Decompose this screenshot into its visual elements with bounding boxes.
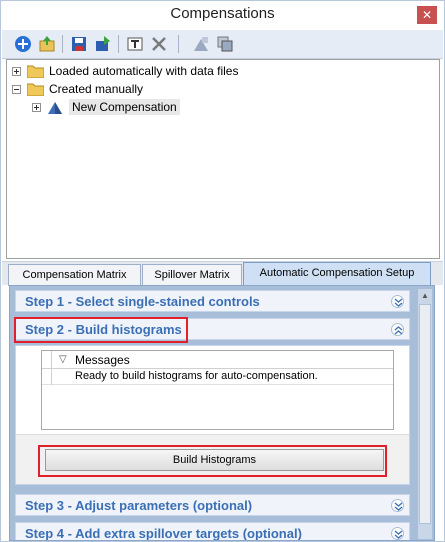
step-4-header[interactable]: Step 4 - Add extra spillover targets (op…: [15, 522, 410, 541]
step-1-header[interactable]: Step 1 - Select single-stained controls: [15, 290, 410, 312]
highlight-step-2: [14, 317, 188, 343]
scroll-up-icon[interactable]: ▲: [418, 289, 432, 302]
tree-node-new-compensation[interactable]: New Compensation: [32, 98, 180, 116]
tree-node-label: Loaded automatically with data files: [49, 64, 239, 78]
step-1-title: Step 1 - Select single-stained controls: [25, 294, 260, 309]
step-3-header[interactable]: Step 3 - Adjust parameters (optional): [15, 494, 410, 516]
title-bar[interactable]: Compensations ✕: [1, 1, 444, 30]
tab-compensation-matrix[interactable]: Compensation Matrix: [8, 264, 141, 286]
toolbar-separator: [62, 35, 63, 53]
save-icon[interactable]: [70, 35, 88, 53]
folder-icon: [26, 83, 45, 96]
close-button[interactable]: ✕: [417, 6, 437, 24]
messages-grid-header: ▽ Messages: [42, 351, 393, 369]
highlight-build-button: [38, 445, 387, 477]
expand-icon[interactable]: [12, 66, 21, 76]
toolbar-separator: [178, 35, 179, 53]
import-icon[interactable]: [38, 35, 56, 53]
export-icon[interactable]: [94, 35, 112, 53]
scroll-thumb[interactable]: [419, 304, 431, 524]
chevron-down-icon[interactable]: [391, 527, 404, 540]
collapse-icon[interactable]: [12, 84, 21, 94]
chevron-down-icon[interactable]: [391, 499, 404, 512]
tab-spillover-matrix[interactable]: Spillover Matrix: [142, 264, 242, 286]
folder-icon: [26, 65, 45, 78]
compensations-window: Compensations ✕ Loaded automatically wit…: [0, 0, 445, 542]
apply-icon[interactable]: [192, 35, 210, 53]
chevron-down-icon[interactable]: [391, 295, 404, 308]
toolbar: [2, 30, 443, 59]
add-icon[interactable]: [14, 35, 32, 53]
close-icon: ✕: [421, 8, 433, 22]
window-title: Compensations: [170, 5, 275, 22]
compensation-tree: Loaded automatically with data files Cre…: [6, 59, 440, 259]
table-row[interactable]: Ready to build histograms for auto-compe…: [42, 369, 393, 385]
filter-icon[interactable]: ▽: [59, 354, 67, 365]
expand-icon[interactable]: [32, 102, 41, 112]
tab-automatic-compensation-setup[interactable]: Automatic Compensation Setup: [243, 262, 431, 287]
tree-node-loaded-auto[interactable]: Loaded automatically with data files: [12, 62, 238, 80]
message-cell: Ready to build histograms for auto-compe…: [75, 370, 318, 382]
vertical-scrollbar[interactable]: ▲: [418, 289, 432, 539]
tab-strip: Compensation Matrix Spillover Matrix Aut…: [2, 261, 443, 287]
rename-icon[interactable]: [126, 35, 144, 53]
tree-node-label: Created manually: [49, 82, 144, 96]
chevron-up-icon[interactable]: [391, 323, 404, 336]
tree-node-created-manually[interactable]: Created manually: [12, 80, 143, 98]
step-3-title: Step 3 - Adjust parameters (optional): [25, 498, 253, 513]
toolbar-separator: [118, 35, 119, 53]
step-4-title: Step 4 - Add extra spillover targets (op…: [25, 526, 302, 541]
compensation-icon: [47, 101, 64, 114]
copy-icon[interactable]: [216, 35, 234, 53]
tree-node-label: New Compensation: [69, 99, 180, 115]
messages-column-header[interactable]: Messages: [75, 353, 130, 367]
messages-grid: ▽ Messages Ready to build histograms for…: [41, 350, 394, 430]
delete-icon[interactable]: [150, 35, 168, 53]
